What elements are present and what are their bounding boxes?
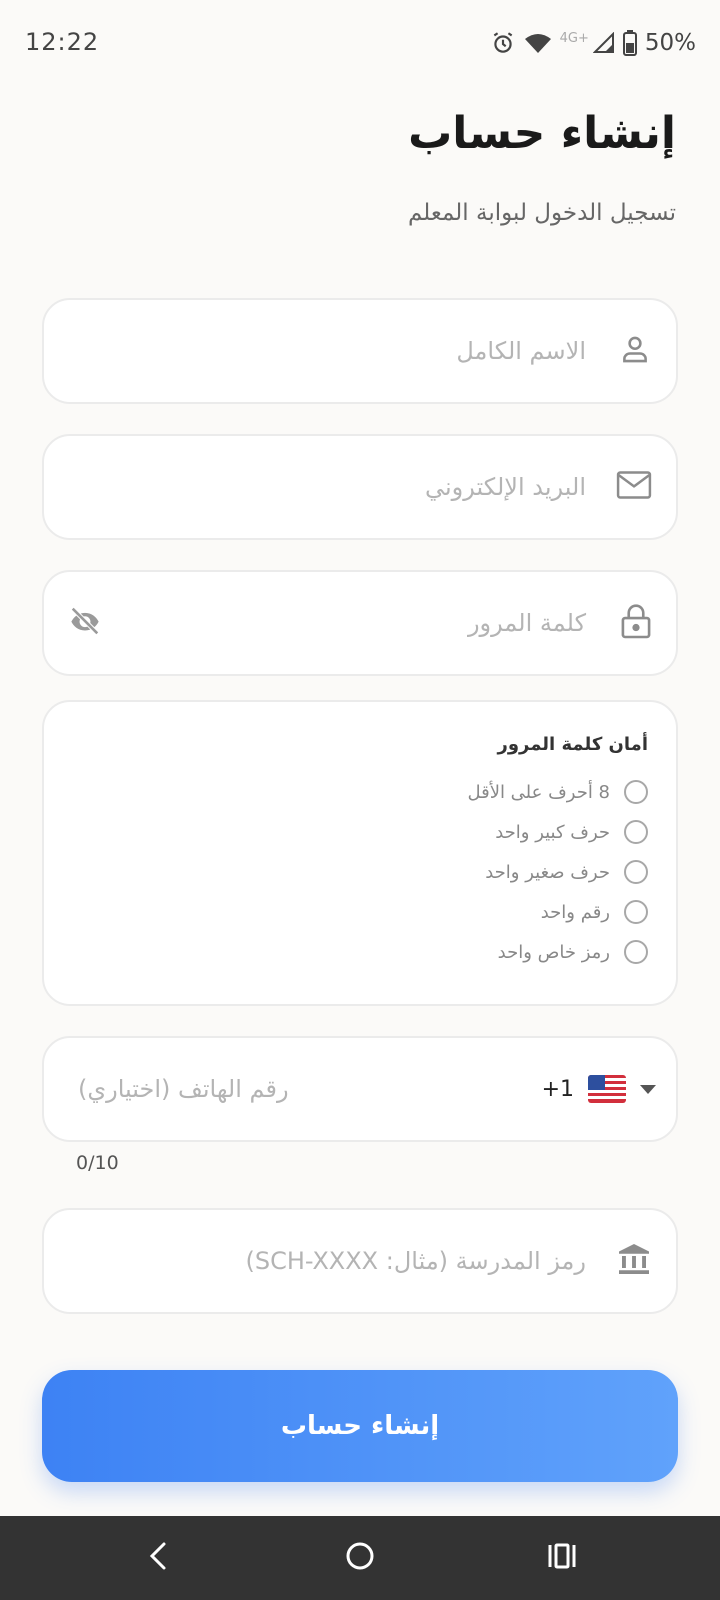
phone-field[interactable]: +1 رقم الهاتف (اختياري) [42, 1036, 678, 1142]
lock-icon [620, 602, 652, 644]
status-bar: 12:22 4G+ 50% [0, 0, 720, 88]
requirement-status-icon [624, 780, 648, 804]
status-time: 12:22 [25, 28, 100, 56]
requirement-label: حرف كبير واحد [495, 821, 610, 843]
password-placeholder: كلمة المرور [467, 609, 586, 637]
requirement-status-icon [624, 900, 648, 924]
country-code-selector[interactable]: +1 [542, 1075, 656, 1103]
create-account-button[interactable]: إنشاء حساب [42, 1370, 678, 1482]
recents-icon[interactable] [547, 1542, 577, 1574]
phone-char-counter: 0/10 [76, 1152, 119, 1174]
signal-icon [592, 32, 615, 54]
us-flag-icon [588, 1075, 626, 1103]
system-nav-bar [0, 1516, 720, 1600]
requirement-number: رقم واحد [541, 898, 648, 926]
page-subtitle: تسجيل الدخول لبوابة المعلم [407, 200, 676, 226]
back-icon[interactable] [146, 1541, 170, 1575]
full-name-field[interactable]: الاسم الكامل [42, 298, 678, 404]
requirement-length: 8 أحرف على الأقل [467, 778, 648, 806]
requirement-uppercase: حرف كبير واحد [495, 818, 648, 846]
page-title: إنشاء حساب [408, 108, 676, 159]
email-placeholder: البريد الإلكتروني [424, 473, 586, 501]
requirement-special: رمز خاص واحد [498, 938, 648, 966]
requirement-status-icon [624, 820, 648, 844]
requirement-label: رقم واحد [540, 901, 610, 923]
password-security-box: أمان كلمة المرور 8 أحرف على الأقل حرف كب… [42, 700, 678, 1006]
full-name-placeholder: الاسم الكامل [456, 337, 586, 365]
requirement-label: حرف صغير واحد [485, 861, 610, 883]
envelope-icon [616, 469, 652, 505]
network-label: 4G+ [559, 30, 589, 46]
bank-icon [616, 1241, 652, 1281]
email-field[interactable]: البريد الإلكتروني [42, 434, 678, 540]
battery-icon [622, 30, 637, 56]
eye-off-icon[interactable] [68, 606, 102, 640]
person-icon [618, 332, 652, 370]
chevron-down-icon [640, 1084, 656, 1094]
requirement-label: 8 أحرف على الأقل [467, 781, 610, 803]
school-code-placeholder: رمز المدرسة (مثال: SCH-XXXX) [245, 1247, 586, 1275]
requirement-label: رمز خاص واحد [497, 941, 610, 963]
wifi-icon [524, 31, 552, 55]
school-code-field[interactable]: رمز المدرسة (مثال: SCH-XXXX) [42, 1208, 678, 1314]
battery-percent: 50% [644, 30, 696, 56]
phone-placeholder: رقم الهاتف (اختياري) [78, 1075, 289, 1103]
requirement-status-icon [624, 860, 648, 884]
alarm-icon [490, 30, 516, 56]
requirement-status-icon [624, 940, 648, 964]
status-icons: 4G+ 50% [490, 28, 696, 58]
country-code: +1 [541, 1076, 574, 1102]
requirement-lowercase: حرف صغير واحد [485, 858, 648, 886]
password-field[interactable]: كلمة المرور [42, 570, 678, 676]
password-security-title: أمان كلمة المرور [497, 734, 648, 755]
home-icon[interactable] [344, 1540, 376, 1576]
